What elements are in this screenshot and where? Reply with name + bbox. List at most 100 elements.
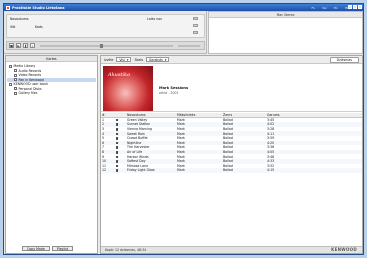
app-icon [6, 5, 10, 10]
column-header[interactable]: Garums [267, 113, 311, 117]
content-panel: Izvēle Visi ▾ Skats Saraksts ▾ Dziesmas Ak… [100, 55, 363, 254]
track-checkbox[interactable]: ✓ [113, 122, 121, 126]
checkbox-icon[interactable]: ✓ [115, 118, 119, 121]
seek-slider[interactable] [40, 43, 173, 48]
track-checkbox[interactable]: ✓ [113, 150, 121, 154]
player-text: Laiks nav [147, 17, 162, 21]
track-number: 1 [102, 117, 105, 122]
tree-item-label: Gallery files [18, 91, 38, 96]
checkbox-icon[interactable]: ✓ [115, 141, 119, 144]
track-checkbox[interactable]: ✓ [113, 164, 121, 168]
track-checkbox[interactable]: ✓ [113, 159, 121, 163]
track-artist: Mark [177, 122, 185, 127]
menu-item[interactable]: Hn [334, 6, 338, 10]
column-header[interactable]: Žanrs [223, 113, 267, 117]
transport-controls: ■ ▶ ❚ » [6, 41, 205, 50]
copy-mode-button[interactable]: Copy Mode [22, 246, 50, 251]
track-title: Air of Life [127, 150, 143, 155]
track-title: Nightline [127, 140, 142, 145]
track-artist: Mark [177, 154, 185, 159]
track-genre: Ballad [223, 127, 233, 132]
checkbox-icon[interactable]: ✓ [115, 132, 119, 135]
track-number: 8 [102, 150, 105, 155]
track-time: 3:45 [267, 117, 275, 122]
track-artist: Mark [177, 140, 185, 145]
track-title: Crowd Buffet [127, 136, 148, 141]
folder-icon [9, 64, 12, 68]
checkbox-icon[interactable]: ✓ [115, 123, 119, 126]
checkbox-icon[interactable]: ✓ [115, 128, 119, 131]
checkbox-icon[interactable]: ✓ [115, 151, 119, 154]
folder-icon [14, 78, 17, 82]
track-title: Harbor Winds [127, 154, 149, 159]
player-text: Nosaukums [10, 17, 29, 21]
filter-select[interactable]: Visi ▾ [116, 57, 132, 62]
track-time: 4:02 [267, 122, 275, 127]
album-title: Mark Sessions [159, 86, 189, 90]
track-checkbox[interactable]: ✓ [113, 127, 121, 131]
playlist-panel: Mac Stereo [208, 11, 363, 54]
track-checkbox[interactable]: ✓ [113, 118, 121, 122]
close-button[interactable] [358, 5, 362, 9]
track-checkbox[interactable]: ✓ [113, 145, 121, 149]
table-row[interactable]: 12 ✓ Friday Light Glow Mark Ballad 4:15 [101, 168, 362, 173]
column-header[interactable]: Mākslinieks [177, 113, 223, 117]
track-checkbox[interactable]: ✓ [113, 141, 121, 145]
view-label: Skats [134, 57, 144, 62]
track-genre: Ballad [223, 117, 233, 122]
track-time: 3:28 [267, 127, 275, 132]
stop-button[interactable]: ■ [9, 43, 14, 48]
tree-item[interactable]: Gallery files [7, 91, 96, 96]
pause-button[interactable]: ❚ [23, 43, 28, 48]
tab-songs[interactable]: Dziesmas [329, 57, 359, 63]
menu-item[interactable]: Fv [312, 6, 316, 10]
track-number: 9 [102, 154, 105, 159]
playlist-button[interactable]: Playlist [51, 246, 74, 251]
cover-text: Akustika [108, 72, 131, 78]
display-toggle-button[interactable] [193, 24, 198, 27]
track-title: Sunset Station [127, 122, 151, 127]
volume-slider[interactable] [178, 44, 200, 47]
folder-icon [14, 73, 17, 77]
checkbox-icon[interactable]: ✓ [115, 164, 119, 167]
track-checkbox[interactable]: ✓ [113, 136, 121, 140]
next-button[interactable]: » [30, 43, 35, 48]
filter-value: Visi [119, 57, 125, 62]
display-toggle-button[interactable] [193, 31, 198, 34]
checkbox-icon[interactable]: ✓ [115, 169, 119, 172]
track-artist: Mark [177, 136, 185, 141]
folder-icon [14, 69, 17, 73]
tree-item-label: Personal Disks [18, 86, 42, 91]
checkbox-icon[interactable]: ✓ [115, 155, 119, 158]
display-toggle-button[interactable] [193, 17, 198, 20]
track-checkbox[interactable]: ✓ [113, 155, 121, 159]
track-title: The Harvester [127, 145, 150, 150]
player-text: Vāt [10, 25, 16, 29]
track-time: 4:11 [267, 131, 275, 136]
checkbox-icon[interactable]: ✓ [115, 160, 119, 163]
track-artist: Mark [177, 131, 185, 136]
track-table: # Nosaukums Mākslinieks Žanrs Garums 1 ✓ G… [101, 113, 362, 173]
column-header[interactable]: Nosaukums [125, 113, 177, 117]
play-button[interactable]: ▶ [16, 43, 21, 48]
column-header[interactable]: # [101, 113, 113, 117]
album-artist: artist - 2001 [159, 91, 179, 95]
track-rows: 1 ✓ Green Valley Mark Ballad 3:45 2 ✓ Sunset Sta… [101, 118, 362, 173]
track-number: 6 [102, 140, 105, 145]
track-genre: Ballad [223, 145, 233, 150]
minimize-button[interactable] [348, 5, 352, 9]
menu-item[interactable]: Val [322, 6, 327, 10]
checkbox-icon[interactable]: ✓ [115, 146, 119, 149]
maximize-button[interactable] [353, 5, 357, 9]
track-genre: Ballad [223, 131, 233, 136]
view-select[interactable]: Saraksts ▾ [146, 57, 170, 62]
seek-knob[interactable] [99, 43, 103, 48]
track-title: Mimosa Lane [127, 163, 149, 168]
sidebar-buttons: Copy Mode Playlist [22, 246, 74, 251]
folder-icon [9, 82, 12, 86]
track-number: 4 [102, 131, 105, 136]
track-time: 3:52 [267, 163, 275, 168]
track-checkbox[interactable]: ✓ [113, 132, 121, 136]
checkbox-icon[interactable]: ✓ [115, 137, 119, 140]
track-checkbox[interactable]: ✓ [113, 168, 121, 172]
